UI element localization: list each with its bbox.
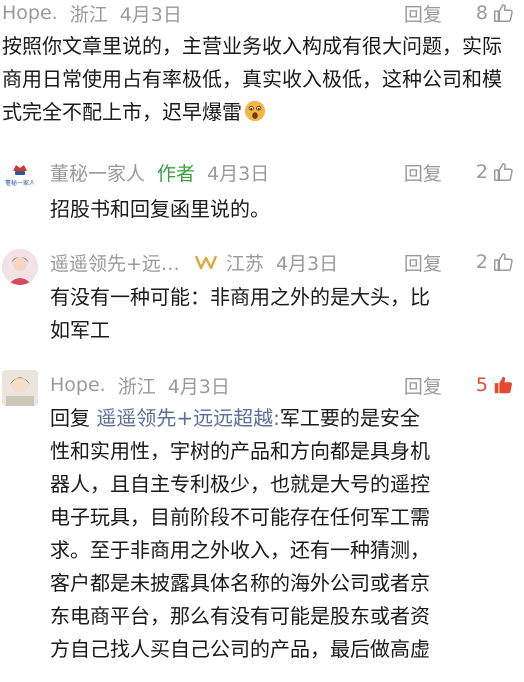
comment-text: 招股书和回复函里说的。 xyxy=(50,197,270,221)
reply-button[interactable]: 回复 xyxy=(404,0,442,27)
comment-text: 按照你文章里说的，主营业务收入构成有很大问题，实际商用日常使用占有率极低，真实收… xyxy=(2,34,502,124)
svg-text:董秘一家人: 董秘一家人 xyxy=(5,179,35,187)
comment-actions: 回复 2 xyxy=(404,247,514,277)
thumbs-up-icon[interactable] xyxy=(492,161,514,183)
reply-button[interactable]: 回复 xyxy=(404,159,442,186)
comment-actions: 回复 5 xyxy=(404,370,514,400)
author-logo-icon: 董秘一家人 xyxy=(5,165,35,187)
like-count: 8 xyxy=(475,2,488,24)
comment-item: Hope. 浙江 4月3日 回复 8 按照你文章里说的，主营业务收入构成有很大问… xyxy=(0,0,524,160)
comment-text: 回复 遥遥领先+远远超越:军工要的是安全 性和实用性，宇树的产品和方向都是具身机… xyxy=(50,406,430,661)
username[interactable]: Hope. xyxy=(50,374,106,396)
location: 浙江 xyxy=(69,3,108,26)
comment-actions: 回复 8 xyxy=(404,0,514,28)
location: 浙江 xyxy=(117,375,156,398)
like-count: 2 xyxy=(475,251,488,273)
reply-button[interactable]: 回复 xyxy=(404,372,442,399)
thumbs-up-icon[interactable] xyxy=(492,251,514,273)
like-count: 2 xyxy=(475,161,488,183)
user-photo xyxy=(2,249,38,285)
comment-list: Hope. 浙江 4月3日 回复 8 按照你文章里说的，主营业务收入构成有很大问… xyxy=(0,0,524,682)
user-photo xyxy=(2,370,38,406)
comment-date: 4月3日 xyxy=(207,162,270,185)
comment-meta: 遥遥领先+远… 江苏 4月3日 xyxy=(50,247,350,277)
mention-link[interactable]: 遥遥领先+远远超越: xyxy=(96,406,280,430)
comment-date: 4月3日 xyxy=(119,3,182,26)
like-count: 5 xyxy=(475,374,488,396)
comment-meta: 董秘一家人 作者 4月3日 xyxy=(50,157,281,187)
comment-meta: Hope. 浙江 4月3日 xyxy=(2,0,194,28)
comment-item: 董秘一家人 董秘一家人 作者 4月3日 回复 2 招股书和回复函里说的。 xyxy=(0,155,524,235)
username[interactable]: 遥遥领先+远… xyxy=(50,249,180,276)
location: 江苏 xyxy=(225,252,264,275)
comment-item: 遥遥领先+远… 江苏 4月3日 回复 2 有没有一种可能：非商用之外的是大头，比… xyxy=(0,245,524,355)
avatar[interactable]: 董秘一家人 xyxy=(2,155,38,191)
thumbs-up-filled-icon[interactable] xyxy=(492,374,514,396)
comment-text: 有没有一种可能：非商用之外的是大头，比 如军工 xyxy=(50,285,430,342)
surprised-face-emoji xyxy=(244,100,266,122)
comment-actions: 回复 2 xyxy=(404,157,514,187)
comment-item: Hope. 浙江 4月3日 回复 5 回复 遥遥领先+远远超越:军工要的是安全 … xyxy=(0,368,524,682)
author-tag: 作者 xyxy=(157,162,196,185)
reply-prefix: 回复 xyxy=(50,406,90,430)
thumbs-up-icon[interactable] xyxy=(492,2,514,24)
avatar[interactable] xyxy=(2,370,38,406)
avatar[interactable] xyxy=(2,249,38,285)
comment-meta: Hope. 浙江 4月3日 xyxy=(50,370,242,400)
username[interactable]: 董秘一家人 xyxy=(50,159,145,186)
comment-date: 4月3日 xyxy=(275,252,339,275)
comment-date: 4月3日 xyxy=(167,375,230,398)
username[interactable]: Hope. xyxy=(2,2,58,24)
vip-badge-icon xyxy=(194,255,218,270)
reply-button[interactable]: 回复 xyxy=(404,249,442,276)
